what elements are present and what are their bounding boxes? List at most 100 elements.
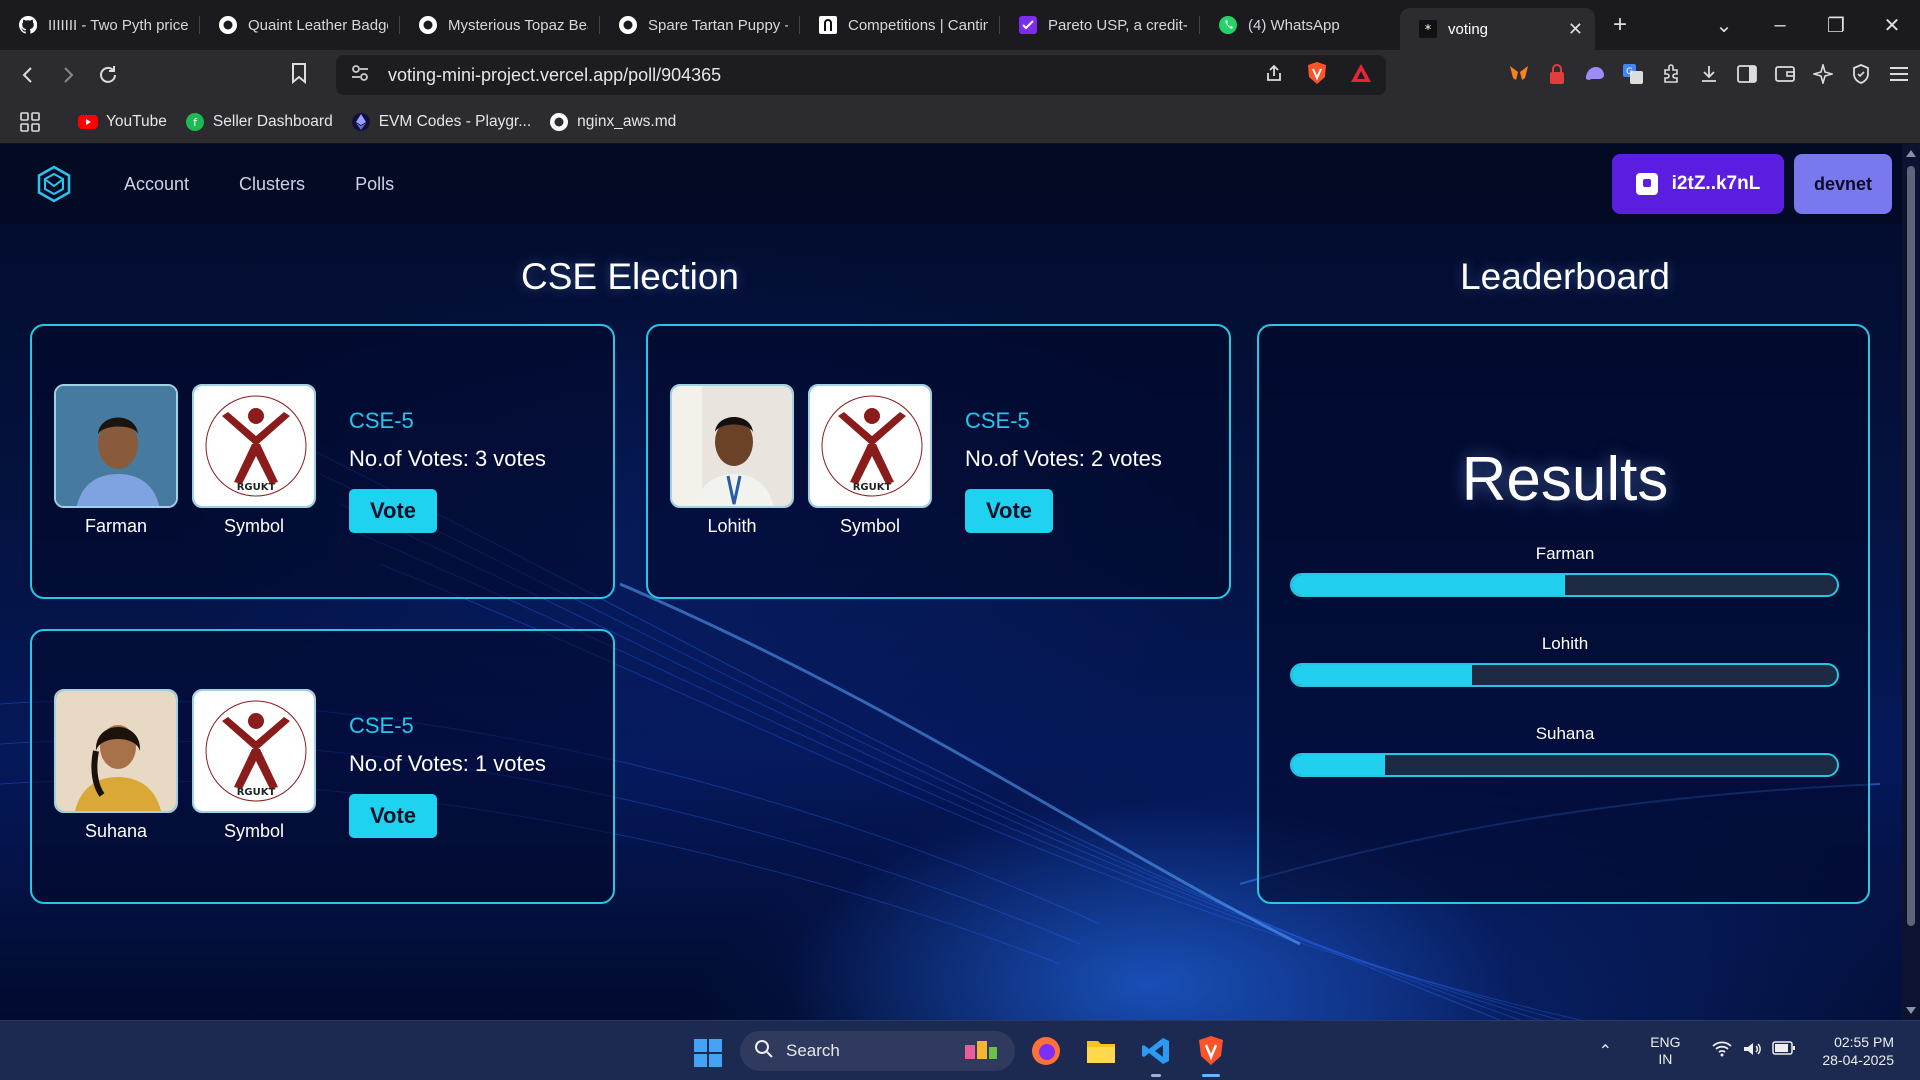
bookmark-page-icon[interactable]: [290, 62, 308, 89]
tab-3[interactable]: Spare Tartan Puppy -: [600, 6, 800, 44]
site-settings-icon[interactable]: [350, 63, 374, 88]
minimize-button[interactable]: –: [1752, 14, 1808, 37]
rgukt-logo-icon: RGUKT: [810, 386, 930, 506]
address-bar[interactable]: voting-mini-project.vercel.app/poll/9043…: [336, 55, 1386, 95]
bookmark-youtube[interactable]: YouTube: [78, 112, 167, 132]
vote-button[interactable]: Vote: [349, 489, 437, 533]
tab-title: Quaint Leather Badge: [248, 16, 388, 34]
tab-title: Mysterious Topaz Bea: [448, 16, 588, 34]
volume-icon[interactable]: [1742, 1041, 1762, 1062]
scroll-down-icon[interactable]: [1906, 1007, 1916, 1014]
nav-clusters[interactable]: Clusters: [239, 174, 305, 195]
wifi-icon[interactable]: [1712, 1041, 1732, 1062]
file-explorer-taskbar-icon[interactable]: [1083, 1033, 1119, 1069]
party-symbol: RGUKT: [808, 384, 932, 508]
vote-button[interactable]: Vote: [349, 794, 437, 838]
metamask-icon[interactable]: [1508, 62, 1530, 86]
translate-icon[interactable]: G: [1622, 62, 1644, 86]
battery-icon[interactable]: [1772, 1040, 1796, 1062]
result-bar: [1290, 663, 1839, 687]
candidate-card: RGUKT Lohith Symbol CSE-5 No.of Votes: 2…: [646, 324, 1231, 599]
start-button-icon[interactable]: [694, 1039, 722, 1067]
close-tab-icon[interactable]: ✕: [1568, 19, 1583, 40]
reload-button[interactable]: [90, 57, 126, 93]
download-icon[interactable]: [1698, 62, 1720, 86]
bookmark-seller-dashboard[interactable]: f Seller Dashboard: [185, 112, 333, 132]
tab-search-chevron-icon[interactable]: ⌄: [1696, 13, 1752, 38]
tab-voting[interactable]: * voting ✕: [1400, 8, 1595, 50]
tab-title: Pareto USP, a credit-l: [1048, 16, 1188, 34]
vote-button[interactable]: Vote: [965, 489, 1053, 533]
tab-2[interactable]: Mysterious Topaz Bea: [400, 6, 600, 44]
browser-toolbar: voting-mini-project.vercel.app/poll/9043…: [0, 50, 1920, 100]
candidate-card: RGUKT Suhana Symbol CSE-5 No.of Votes: 1…: [30, 629, 615, 904]
result-bar-fill: [1292, 755, 1385, 775]
nav-polls[interactable]: Polls: [355, 174, 394, 195]
brave-taskbar-icon[interactable]: [1193, 1033, 1229, 1077]
clock[interactable]: 02:55 PM 28-04-2025: [1822, 1033, 1894, 1069]
close-window-button[interactable]: ✕: [1864, 13, 1920, 38]
candidate-class: CSE-5: [349, 713, 414, 738]
rgukt-logo-icon: RGUKT: [194, 386, 314, 506]
rgukt-logo-icon: RGUKT: [194, 691, 314, 811]
tab-0[interactable]: IIIIIII - Two Pyth price: [0, 6, 200, 44]
language-indicator[interactable]: ENG IN: [1640, 1034, 1690, 1068]
result-label: Suhana: [1535, 724, 1595, 743]
candidate-card: RGUKT Farman Symbol CSE-5 No.of Votes: 3…: [30, 324, 615, 599]
tab-4[interactable]: Competitions | Cantin: [800, 6, 1000, 44]
app-logo-icon[interactable]: [34, 164, 74, 204]
bookmark-evm-codes[interactable]: EVM Codes - Playgr...: [351, 112, 531, 132]
back-button[interactable]: [10, 57, 46, 93]
symbol-text: RGUKT: [237, 787, 276, 798]
leaderboard-title: Leaderboard: [1460, 256, 1670, 297]
candidate-votes: No.of Votes: 3 votes: [349, 446, 546, 471]
search-icon: [754, 1039, 774, 1064]
page-scrollbar[interactable]: [1902, 144, 1920, 1020]
tray-chevron-icon[interactable]: ⌃: [1590, 1041, 1620, 1061]
wallet-address: i2tZ..k7nL: [1671, 173, 1761, 194]
pareto-icon: [1018, 15, 1038, 35]
github-icon: [18, 15, 38, 35]
share-icon[interactable]: [1264, 63, 1284, 88]
menu-icon[interactable]: [1888, 62, 1910, 86]
candidate-class: CSE-5: [349, 408, 414, 433]
tab-title: Spare Tartan Puppy -: [648, 16, 788, 34]
scrollbar-thumb[interactable]: [1907, 166, 1915, 926]
url-text[interactable]: voting-mini-project.vercel.app/poll/9043…: [388, 65, 1264, 86]
new-tab-button[interactable]: +: [1595, 11, 1645, 39]
tab-6[interactable]: (4) WhatsApp: [1200, 6, 1400, 44]
seller-icon: f: [185, 112, 205, 132]
extensions-icon[interactable]: [1660, 62, 1682, 86]
symbol-text: RGUKT: [237, 482, 276, 493]
nav-account[interactable]: Account: [124, 174, 189, 195]
candidate-votes: No.of Votes: 1 votes: [349, 751, 546, 776]
apps-grid-icon[interactable]: [20, 111, 40, 132]
sidebar-icon[interactable]: [1736, 62, 1758, 86]
tab-1[interactable]: Quaint Leather Badge: [200, 6, 400, 44]
forward-button[interactable]: [50, 57, 86, 93]
firefox-taskbar-icon[interactable]: [1028, 1033, 1064, 1069]
scroll-up-icon[interactable]: [1906, 150, 1916, 157]
tab-title: voting: [1448, 20, 1489, 38]
bookmarks-bar: YouTube f Seller Dashboard EVM Codes - P…: [0, 100, 1920, 144]
tab-5[interactable]: Pareto USP, a credit-l: [1000, 6, 1200, 44]
github-icon: [549, 112, 569, 132]
network-button[interactable]: devnet: [1794, 154, 1892, 214]
phantom-icon[interactable]: [1584, 62, 1606, 86]
vscode-taskbar-icon[interactable]: [1138, 1033, 1174, 1077]
lock-extension-icon[interactable]: [1546, 62, 1568, 86]
github-icon: [218, 15, 238, 35]
brave-shields-icon[interactable]: [1306, 61, 1328, 90]
leo-ai-icon[interactable]: [1812, 62, 1834, 86]
wallet-button[interactable]: i2tZ..k7nL: [1612, 154, 1784, 214]
bookmark-nginx-aws[interactable]: nginx_aws.md: [549, 112, 676, 132]
result-bar: [1290, 573, 1839, 597]
wallet-icon[interactable]: [1774, 62, 1796, 86]
brave-rewards-icon[interactable]: [1350, 63, 1372, 88]
vpn-shield-icon[interactable]: [1850, 62, 1872, 86]
candidate-photo: [54, 384, 178, 508]
restore-button[interactable]: ❐: [1808, 13, 1864, 38]
taskbar-search[interactable]: Search: [740, 1031, 1015, 1071]
vercel-icon: *: [1418, 19, 1438, 39]
candidate-name: Farman: [84, 516, 147, 536]
